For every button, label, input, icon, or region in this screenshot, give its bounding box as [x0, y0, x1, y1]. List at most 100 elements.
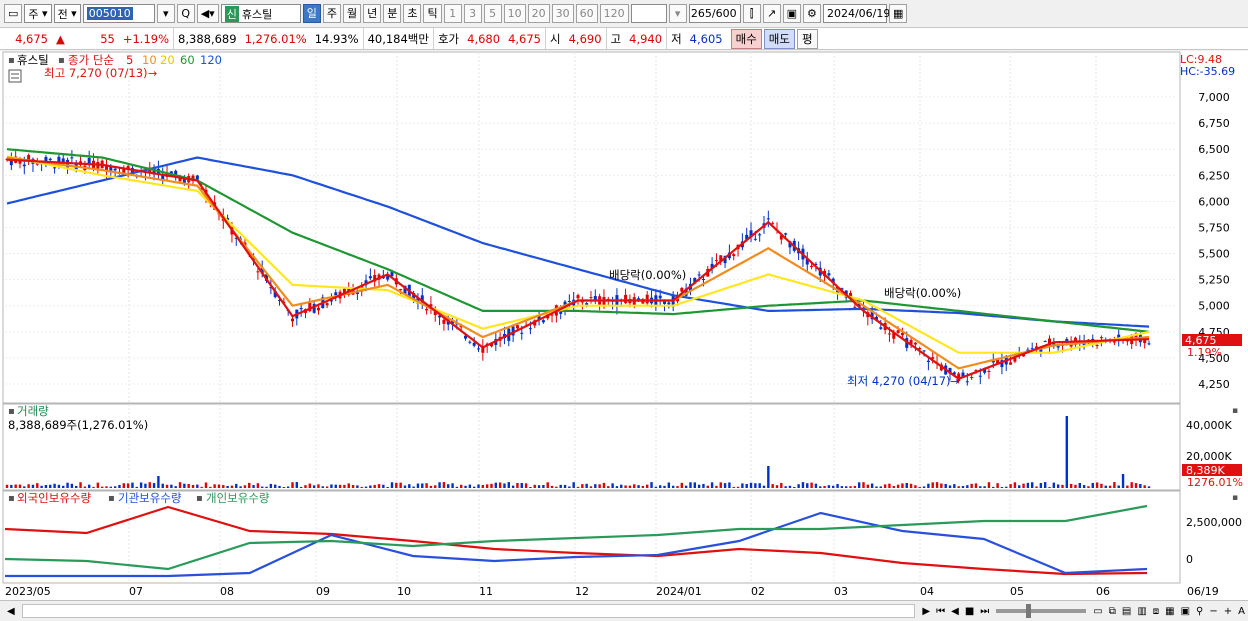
volume-bar	[520, 482, 523, 488]
search-icon[interactable]: Q	[176, 4, 195, 23]
volume-bar	[105, 486, 108, 488]
layout-5-icon[interactable]: ⧈	[1150, 606, 1162, 617]
volume-bar	[1082, 485, 1086, 488]
stock-code-input[interactable]: 005010	[82, 4, 155, 23]
calendar-icon[interactable]: ▦	[888, 4, 908, 23]
interval-30-button[interactable]: 30	[551, 4, 574, 23]
volume-menu-icon[interactable]: ▪	[8, 406, 15, 417]
eval-button[interactable]: 평	[796, 28, 818, 49]
play-back-icon[interactable]: ◀	[948, 606, 962, 617]
stock-name-field[interactable]: 신 휴스틸	[220, 4, 301, 23]
date-field[interactable]: 2024/06/19	[822, 4, 890, 23]
period-week-button[interactable]: 주	[322, 4, 341, 23]
volume-bar	[529, 486, 532, 488]
period-day-button[interactable]: 일	[302, 4, 321, 23]
period-tick-button[interactable]: 틱	[423, 4, 442, 23]
minus-icon[interactable]: −	[1206, 606, 1220, 617]
candle-type-icon[interactable]: ⫿	[742, 4, 761, 23]
period-second-button[interactable]: 초	[403, 4, 422, 23]
draw-tool-icon[interactable]: ↗	[762, 4, 781, 23]
layout-7-icon[interactable]: ▣	[1178, 606, 1193, 617]
scroll-left-icon[interactable]: ◀	[4, 606, 18, 617]
volume-bar	[304, 485, 307, 488]
volume-bar	[1147, 486, 1151, 488]
period-minute-button[interactable]: 분	[383, 4, 402, 23]
data-count-field[interactable]: 265/600	[688, 4, 741, 23]
prev-select[interactable]: 전 ▾	[53, 4, 81, 23]
volume-bar	[814, 483, 818, 488]
data-count-value: 265	[690, 7, 712, 20]
volume-bar	[122, 483, 125, 488]
plus-icon[interactable]: +	[1221, 606, 1235, 617]
bottom-scrollbar[interactable]: ◀ ▶ ⏮ ◀ ■ ⏭ ▭ ⧉ ▤ ▥ ⧈ ▦ ▣ ⚲ − + A	[0, 600, 1248, 621]
zoom-slider[interactable]	[996, 604, 1087, 618]
code-dropdown-button[interactable]: ▾	[156, 4, 175, 23]
volume-bar	[87, 484, 91, 488]
sell-button[interactable]: 매도	[763, 28, 795, 49]
candle-body	[827, 273, 831, 276]
panel-menu-icon[interactable]: ▪	[8, 55, 15, 66]
interval-5-button[interactable]: 5	[483, 4, 502, 23]
layout-6-icon[interactable]: ▦	[1162, 606, 1177, 617]
gear-icon[interactable]: ⚙	[802, 4, 821, 23]
custom-interval-dropdown[interactable]: ▾	[668, 4, 687, 23]
interval-3-button[interactable]: 3	[463, 4, 482, 23]
table-toggle-icon[interactable]	[8, 69, 22, 83]
scroll-track[interactable]	[21, 604, 916, 618]
volume-bar	[373, 484, 376, 488]
rewind-icon[interactable]: ⏮	[933, 606, 948, 617]
speaker-icon[interactable]: ◀▾	[196, 4, 219, 23]
save-icon[interactable]: ▣	[782, 4, 801, 23]
candle-body	[48, 158, 52, 161]
period-year-button[interactable]: 년	[363, 4, 382, 23]
volume-bar	[966, 485, 969, 488]
candle-body	[477, 348, 481, 350]
buy-button[interactable]: 매수	[730, 28, 762, 49]
layout-icon[interactable]: ▭	[4, 4, 23, 23]
layout-3-icon[interactable]: ▤	[1119, 606, 1134, 617]
custom-interval-input[interactable]	[630, 4, 667, 23]
candle-body	[926, 360, 930, 362]
volume-bar	[1039, 483, 1043, 488]
volume-close-icon[interactable]: ▪	[1232, 406, 1238, 416]
volume-bar	[559, 484, 562, 488]
volume-bar	[1065, 416, 1069, 488]
layout-1-icon[interactable]: ▭	[1090, 606, 1105, 617]
stop-icon[interactable]: ■	[962, 606, 977, 617]
volume-bar	[118, 484, 121, 488]
holding-menu-icon[interactable]: ▪	[8, 493, 15, 504]
chart-svg[interactable]: ▪ 휴스틸 ▪ 종가 단순 5 10 20 60 120 최고 7,270 (0…	[0, 51, 1248, 600]
scroll-right-icon[interactable]: ▶	[919, 606, 933, 617]
candle-body	[896, 330, 900, 333]
x-axis-label: 08	[220, 585, 234, 598]
volume-bar	[633, 484, 636, 488]
period-month-button[interactable]: 월	[342, 4, 362, 23]
candle-body	[667, 302, 671, 305]
interval-120-button[interactable]: 120	[599, 4, 629, 23]
volume-bar	[152, 483, 156, 488]
chart-area[interactable]: ▪ 휴스틸 ▪ 종가 단순 5 10 20 60 120 최고 7,270 (0…	[0, 51, 1248, 600]
zoom-slider-handle[interactable]	[1026, 604, 1032, 618]
holding-close-icon[interactable]: ▪	[1232, 493, 1238, 503]
interval-60-button[interactable]: 60	[575, 4, 598, 23]
interval-10-button[interactable]: 10	[503, 4, 526, 23]
zoom-icon[interactable]: ⚲	[1193, 606, 1206, 617]
layout-2-icon[interactable]: ⧉	[1106, 606, 1119, 617]
fast-forward-icon[interactable]: ⏭	[977, 606, 992, 617]
volume-bar	[286, 486, 290, 488]
candle-body	[399, 288, 403, 290]
layout-4-icon[interactable]: ▥	[1134, 606, 1149, 617]
candle-body	[732, 254, 736, 257]
volume-bar	[18, 484, 22, 488]
volume-current-pct-tag: 1276.01%	[1187, 476, 1243, 489]
interval-20-button[interactable]: 20	[527, 4, 550, 23]
interval-1-button[interactable]: 1	[443, 4, 462, 23]
font-size-icon[interactable]: A	[1235, 606, 1248, 617]
volume-bar	[918, 486, 921, 488]
ma-menu-icon[interactable]: ▪	[58, 55, 65, 66]
volume-bar	[637, 485, 640, 488]
candle-body	[520, 332, 524, 334]
period-type-select[interactable]: 주 ▾	[24, 4, 52, 23]
volume-bar	[563, 484, 567, 488]
candle-body	[680, 287, 684, 292]
